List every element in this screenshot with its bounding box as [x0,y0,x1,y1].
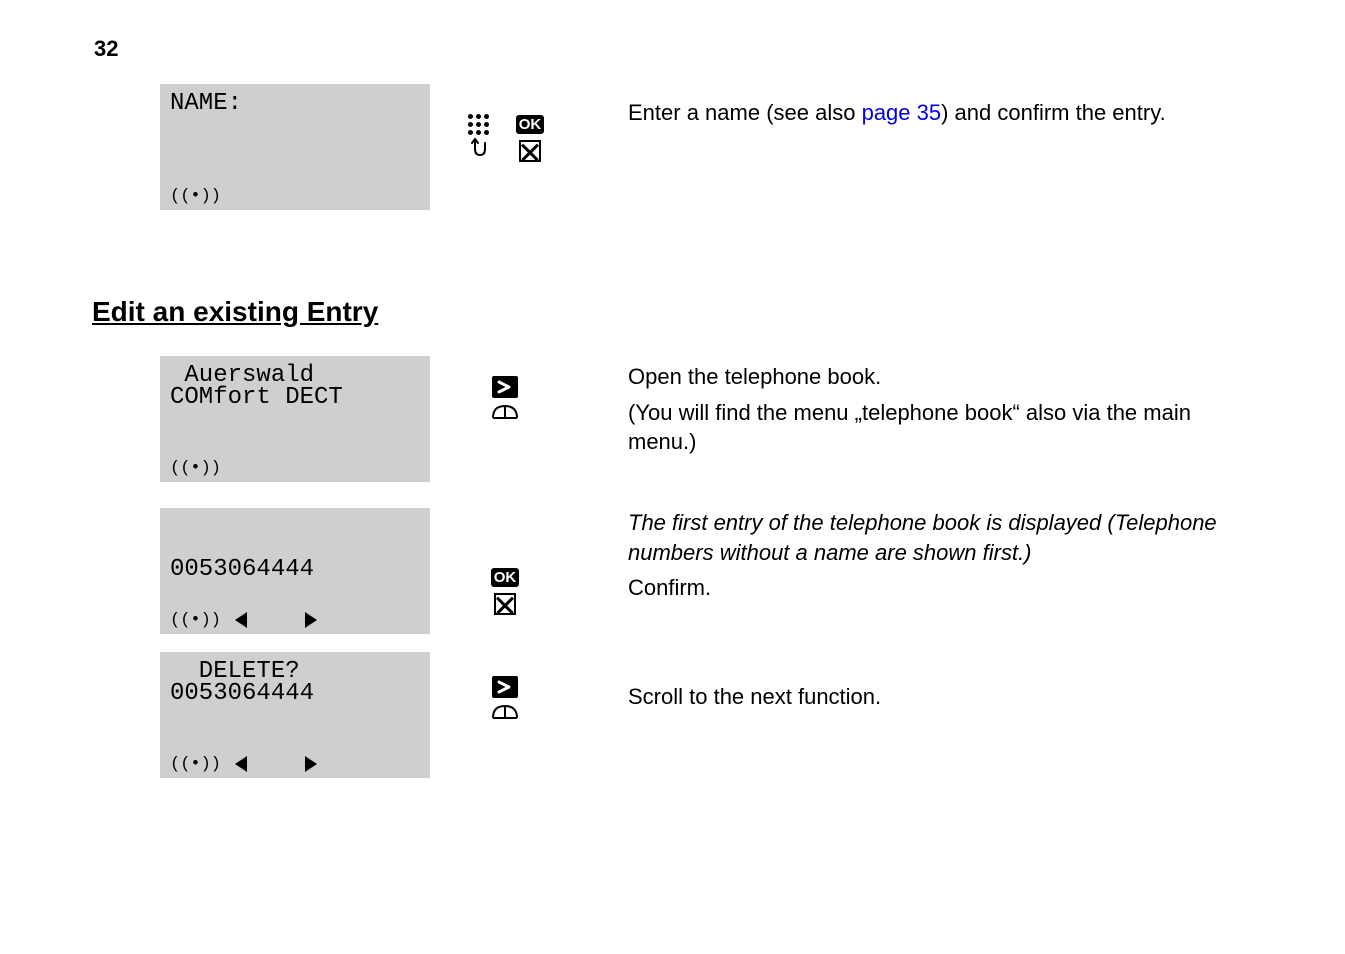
triangle-left-icon [235,612,247,628]
page-link[interactable]: page 35 [862,100,942,125]
step-row-name-entry: NAME: ((•)) OK Enter a name (see also pa… [160,84,1260,210]
step-description: Enter a name (see also page 35) and conf… [580,84,1260,134]
lcd-screen: NAME: ((•)) [160,84,430,210]
key-column [430,356,580,422]
cancel-icon [519,140,541,162]
signal-icon: ((•)) [170,188,221,205]
step-row-open-phonebook: Auerswald COMfort DECT ((•)) Open the te… [160,356,1260,482]
text: Scroll to the next function. [628,682,1260,712]
italic-note: The first entry of the telephone book is… [628,508,1260,567]
phonebook-icon [491,702,519,722]
signal-icon: ((•)) [170,612,221,629]
lcd-line-1: NAME: [170,92,420,116]
lcd-line-2: COMfort DECT [170,386,420,410]
text: Enter a name (see also [628,100,862,125]
triangle-right-icon [305,612,317,628]
text: (You will find the menu „telephone book“… [628,398,1260,457]
lcd-screen: 0053064444 ((•)) [160,508,430,634]
next-button-icon [492,676,518,698]
signal-icon: ((•)) [170,756,221,773]
step-row-confirm-entry: 0053064444 ((•)) OK The first entry of t… [160,508,1260,634]
lcd-screen: Auerswald COMfort DECT ((•)) [160,356,430,482]
signal-icon: ((•)) [170,460,221,477]
ok-button-icon: OK [491,568,520,587]
page-content: NAME: ((•)) OK Enter a name (see also pa… [160,84,1260,796]
next-button-icon [492,376,518,398]
text: ) and confirm the entry. [941,100,1166,125]
cancel-icon [494,593,516,615]
step-description: The first entry of the telephone book is… [580,508,1260,609]
section-heading-edit-entry: Edit an existing Entry [92,296,1260,328]
lcd-line-2: 0053064444 [170,682,420,706]
step-description: Scroll to the next function. [580,652,1260,718]
text: Open the telephone book. [628,362,1260,392]
key-column: OK [430,508,580,615]
step-description: Open the telephone book. (You will find … [580,356,1260,463]
key-column [430,652,580,722]
triangle-left-icon [235,756,247,772]
keypad-press-icon [466,114,492,163]
lcd-line-1: 0053064444 [170,558,420,582]
page-number: 32 [94,36,118,62]
step-row-scroll-next: DELETE? 0053064444 ((•)) Scroll to the n… [160,652,1260,778]
triangle-right-icon [305,756,317,772]
lcd-screen: DELETE? 0053064444 ((•)) [160,652,430,778]
phonebook-icon [491,402,519,422]
ok-button-icon: OK [516,115,545,134]
key-column: OK [430,84,580,163]
text: Confirm. [628,573,1260,603]
